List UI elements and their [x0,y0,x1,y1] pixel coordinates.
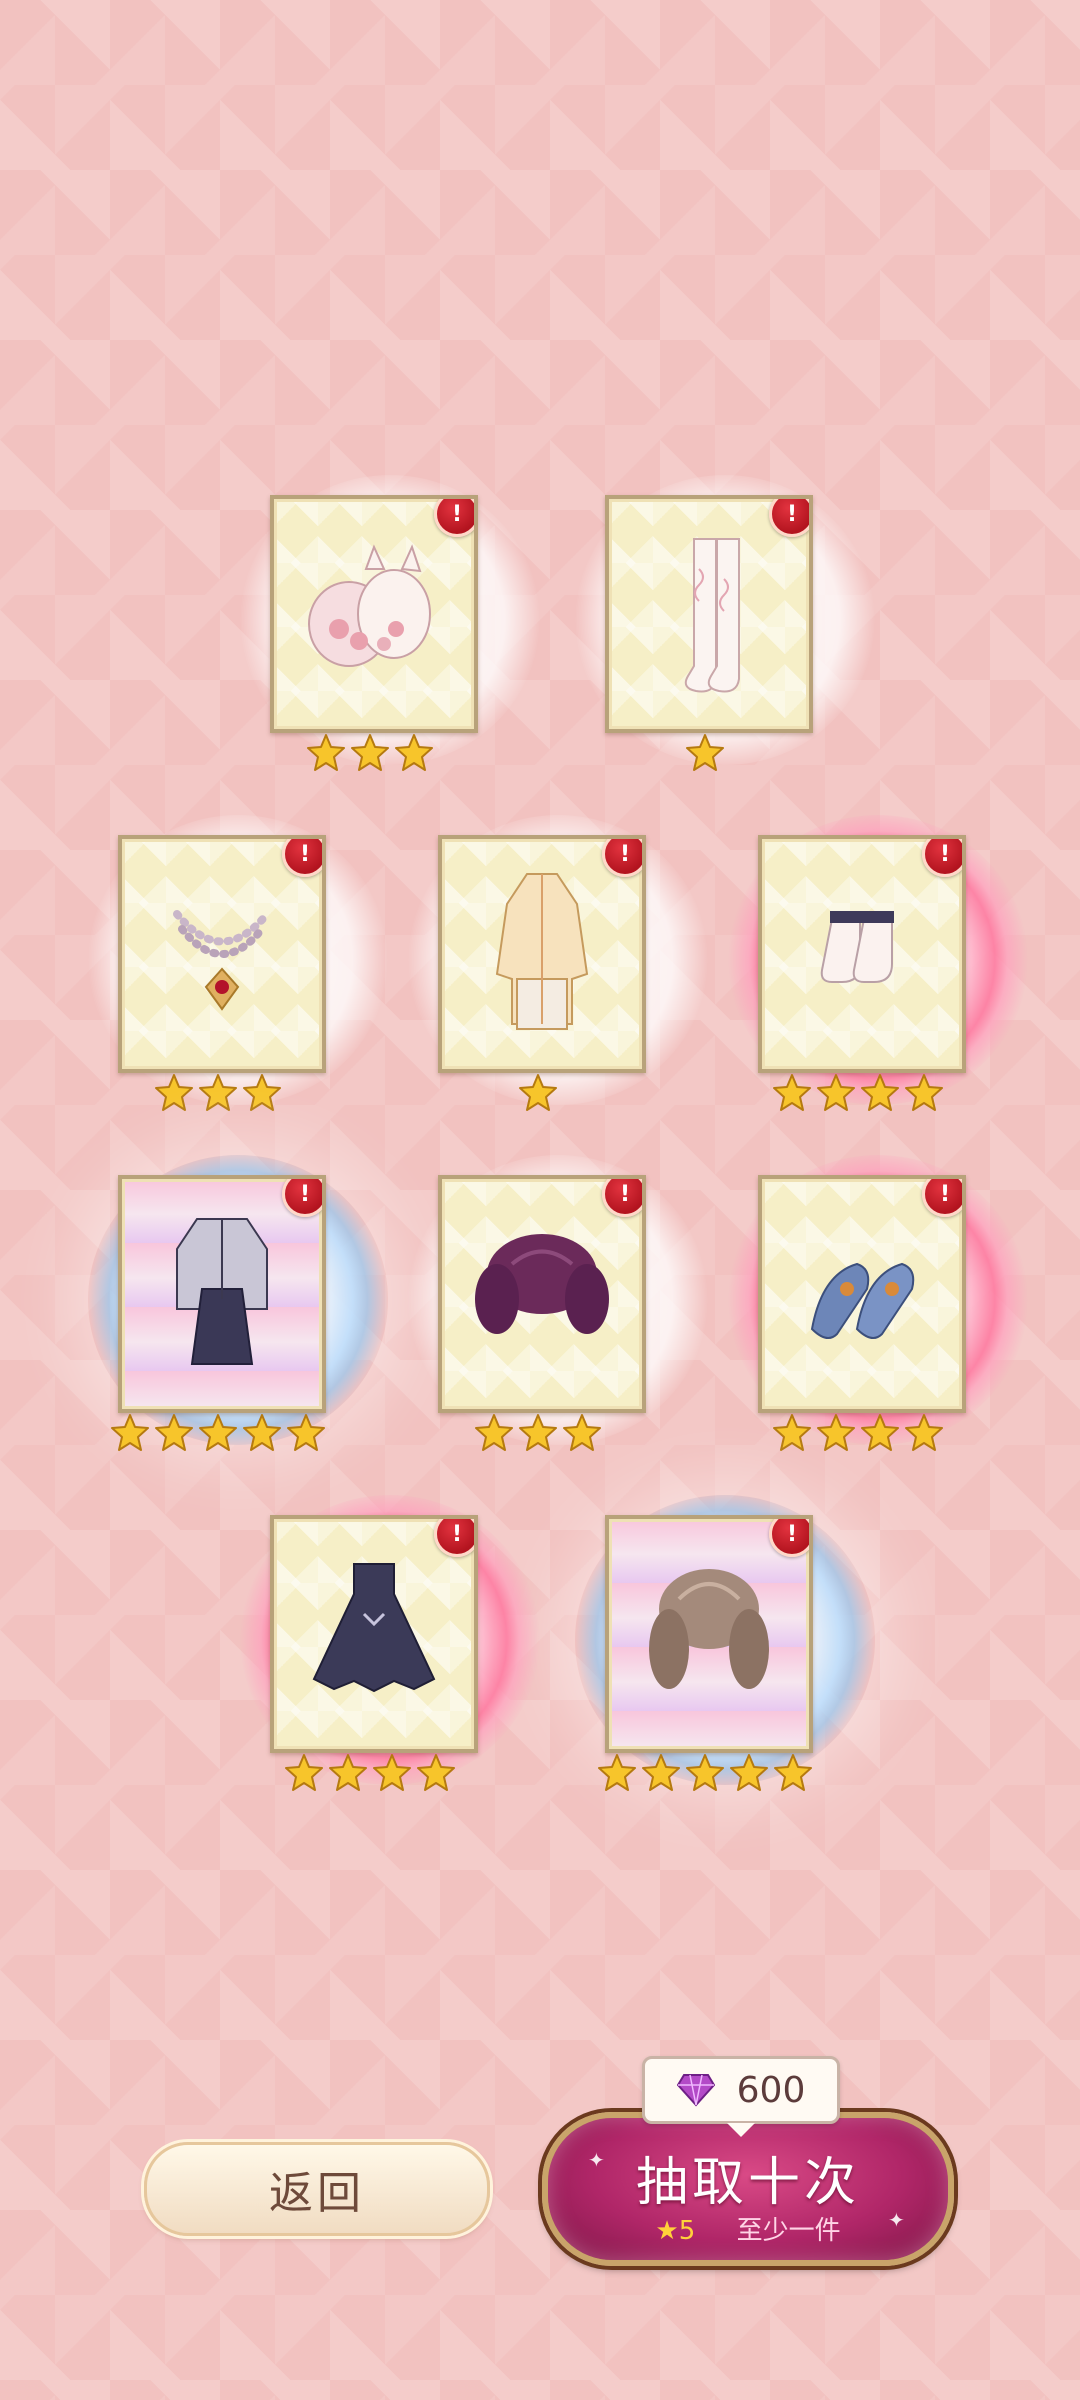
star-icon [772,1073,812,1113]
reward-item-qipao-dress[interactable]: ! [408,815,708,1135]
back-button[interactable]: 返回 [144,2142,490,2236]
star-icon [286,1413,326,1453]
star-icon [685,1753,725,1793]
guarantee-label: 至少一件 [736,2216,841,2246]
item-card[interactable]: ! [605,1515,813,1753]
five-star-mark: ★5 [655,2216,696,2246]
star-icon [860,1073,900,1113]
reward-item-blue-shoes[interactable]: ! [728,1155,1028,1475]
star-icon [242,1413,282,1453]
new-badge: ! [602,1179,642,1217]
item-card[interactable]: ! [270,495,478,733]
new-badge: ! [434,1519,474,1557]
star-icon [372,1753,412,1793]
star-icon [350,733,390,773]
star-icon [685,733,725,773]
item-card[interactable]: ! [118,835,326,1073]
star-icon [562,1413,602,1453]
item-card[interactable]: ! [438,1175,646,1413]
star-icon [773,1753,813,1793]
star-rating [758,1073,958,1113]
diamond-icon [676,2074,715,2107]
draw-cost: 600 [642,2056,840,2137]
star-rating [438,1413,638,1453]
star-icon [284,1753,324,1793]
star-icon [772,1413,812,1453]
reward-item-frill-socks[interactable]: ! [728,815,1028,1135]
reward-item-bunny-bag[interactable]: ! [240,475,540,795]
star-icon [110,1413,150,1453]
reward-item-purple-curly-hair[interactable]: ! [408,1155,708,1475]
star-rating [758,1413,958,1453]
star-rating [111,1413,325,1453]
star-rating [598,1753,812,1793]
item-card[interactable]: ! [438,835,646,1073]
new-badge: ! [769,499,809,537]
star-icon [328,1753,368,1793]
draw-guarantee-text: ★5 至少一件 [548,2210,948,2247]
star-icon [641,1753,681,1793]
star-icon [394,733,434,773]
item-card[interactable]: ! [758,1175,966,1413]
star-icon [198,1413,238,1453]
star-rating [270,1753,470,1793]
star-icon [198,1073,238,1113]
star-icon [860,1413,900,1453]
item-card[interactable]: ! [270,1515,478,1753]
new-badge: ! [282,1179,322,1217]
star-icon [816,1073,856,1113]
star-icon [729,1753,769,1793]
cost-value: 600 [736,2069,806,2111]
item-card[interactable]: ! [118,1175,326,1413]
star-icon [306,733,346,773]
star-icon [154,1073,194,1113]
star-icon [416,1753,456,1793]
star-icon [154,1413,194,1453]
star-icon [242,1073,282,1113]
reward-item-black-lolita-dress[interactable]: ! [240,1495,540,1815]
draw-ten-label: 抽取十次 [635,2153,860,2213]
star-icon [816,1413,856,1453]
item-card[interactable]: ! [605,495,813,733]
reward-item-pearl-necklace[interactable]: ! [88,815,388,1135]
star-icon [474,1413,514,1453]
back-button-label: 返回 [269,2168,365,2219]
new-badge: ! [922,839,962,877]
draw-results-grid: ! ! ! ! ! ! ! ! ! ! [0,0,1080,2400]
item-card[interactable]: ! [758,835,966,1073]
reward-item-brown-curly-hair[interactable]: ! [575,1495,875,1815]
new-badge: ! [434,499,474,537]
star-rating [605,733,805,773]
star-rating [118,1073,318,1113]
reward-item-stockings[interactable]: ! [575,475,875,795]
star-icon [518,1073,558,1113]
star-icon [518,1413,558,1453]
star-rating [438,1073,638,1113]
new-badge: ! [282,839,322,877]
new-badge: ! [602,839,642,877]
new-badge: ! [769,1519,809,1557]
star-rating [270,733,470,773]
new-badge: ! [922,1179,962,1217]
reward-item-dark-coat-skirt[interactable]: ! [88,1155,388,1475]
star-icon [904,1413,944,1453]
star-icon [597,1753,637,1793]
star-icon [904,1073,944,1113]
